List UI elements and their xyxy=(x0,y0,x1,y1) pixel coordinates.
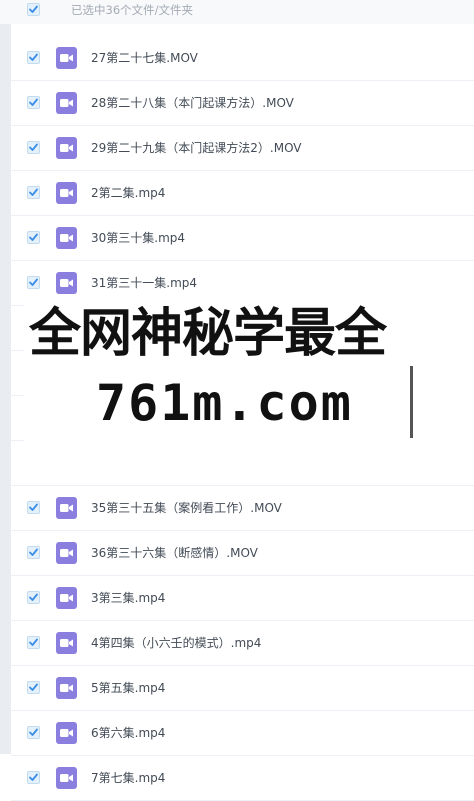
file-checkbox[interactable] xyxy=(27,726,40,739)
file-row[interactable]: 30第三十集.mp4 xyxy=(11,216,474,261)
video-file-icon xyxy=(56,182,77,204)
watermark-url: 761m.com xyxy=(96,374,353,432)
video-file-icon xyxy=(56,722,77,744)
check-icon xyxy=(29,5,38,13)
file-row-obscured xyxy=(11,441,474,486)
video-file-icon xyxy=(56,272,77,294)
video-file-icon xyxy=(56,767,77,789)
file-checkbox[interactable] xyxy=(27,96,40,109)
file-row[interactable]: 7第七集.mp4 xyxy=(11,756,474,801)
file-name[interactable]: 31第三十一集.mp4 xyxy=(91,276,197,291)
file-name[interactable]: 7第七集.mp4 xyxy=(91,771,165,786)
file-checkbox[interactable] xyxy=(27,771,40,784)
video-camera-icon xyxy=(60,234,73,242)
video-file-icon xyxy=(56,587,77,609)
file-name[interactable]: 35第三十五集（案例看工作）.MOV xyxy=(91,501,282,516)
video-camera-icon xyxy=(60,594,73,602)
text-cursor xyxy=(410,366,413,438)
watermark-overlay: 全网神秘学最全 761m.com xyxy=(24,298,474,442)
video-file-icon xyxy=(56,497,77,519)
check-icon xyxy=(29,728,38,736)
check-icon xyxy=(29,548,38,556)
file-name[interactable]: 4第四集（小六壬的模式）.mp4 xyxy=(91,636,261,651)
file-checkbox[interactable] xyxy=(27,141,40,154)
file-checkbox[interactable] xyxy=(27,591,40,604)
video-file-icon xyxy=(56,227,77,249)
file-name[interactable]: 3第三集.mp4 xyxy=(91,591,165,606)
file-row[interactable]: 36第三十六集（断感情）.MOV xyxy=(11,531,474,576)
file-row[interactable]: 4第四集（小六壬的模式）.mp4 xyxy=(11,621,474,666)
video-camera-icon xyxy=(60,729,73,737)
video-camera-icon xyxy=(60,684,73,692)
check-icon xyxy=(29,593,38,601)
file-checkbox[interactable] xyxy=(27,51,40,64)
file-checkbox[interactable] xyxy=(27,681,40,694)
selection-count-text: 已选中36个文件/文件夹 xyxy=(71,3,194,17)
video-file-icon xyxy=(56,137,77,159)
check-icon xyxy=(29,773,38,781)
video-camera-icon xyxy=(60,99,73,107)
video-file-icon xyxy=(56,47,77,69)
video-camera-icon xyxy=(60,549,73,557)
file-row[interactable]: 29第二十九集（本门起课方法2）.MOV xyxy=(11,126,474,171)
file-name[interactable]: 2第二集.mp4 xyxy=(91,186,165,201)
file-name[interactable]: 6第六集.mp4 xyxy=(91,726,165,741)
select-all-checkbox[interactable] xyxy=(27,3,40,16)
file-checkbox[interactable] xyxy=(27,636,40,649)
video-file-icon xyxy=(56,92,77,114)
video-camera-icon xyxy=(60,189,73,197)
check-icon xyxy=(29,53,38,61)
file-row[interactable]: 28第二十八集（本门起课方法）.MOV xyxy=(11,81,474,126)
file-checkbox[interactable] xyxy=(27,501,40,514)
video-camera-icon xyxy=(60,639,73,647)
file-row[interactable]: 2第二集.mp4 xyxy=(11,171,474,216)
video-camera-icon xyxy=(60,504,73,512)
video-camera-icon xyxy=(60,144,73,152)
file-row[interactable]: 27第二十七集.MOV xyxy=(11,36,474,81)
video-camera-icon xyxy=(60,279,73,287)
file-row[interactable]: 6第六集.mp4 xyxy=(11,711,474,756)
file-row[interactable]: 35第三十五集（案例看工作）.MOV xyxy=(11,486,474,531)
file-checkbox[interactable] xyxy=(27,276,40,289)
watermark-title: 全网神秘学最全 xyxy=(29,304,387,364)
check-icon xyxy=(29,233,38,241)
check-icon xyxy=(29,683,38,691)
video-file-icon xyxy=(56,542,77,564)
file-name[interactable]: 30第三十集.mp4 xyxy=(91,231,185,246)
file-row[interactable]: 5第五集.mp4 xyxy=(11,666,474,711)
file-row[interactable]: 3第三集.mp4 xyxy=(11,576,474,621)
selection-header: 已选中36个文件/文件夹 xyxy=(0,0,474,24)
file-checkbox[interactable] xyxy=(27,231,40,244)
check-icon xyxy=(29,503,38,511)
check-icon xyxy=(29,638,38,646)
check-icon xyxy=(29,98,38,106)
file-checkbox[interactable] xyxy=(27,546,40,559)
video-file-icon xyxy=(56,677,77,699)
file-name[interactable]: 28第二十八集（本门起课方法）.MOV xyxy=(91,96,294,111)
video-camera-icon xyxy=(60,54,73,62)
check-icon xyxy=(29,143,38,151)
sidebar-edge xyxy=(0,24,11,754)
check-icon xyxy=(29,188,38,196)
file-name[interactable]: 5第五集.mp4 xyxy=(91,681,165,696)
check-icon xyxy=(29,278,38,286)
file-name[interactable]: 36第三十六集（断感情）.MOV xyxy=(91,546,258,561)
file-checkbox[interactable] xyxy=(27,186,40,199)
file-name[interactable]: 27第二十七集.MOV xyxy=(91,51,198,66)
video-camera-icon xyxy=(60,774,73,782)
file-name[interactable]: 29第二十九集（本门起课方法2）.MOV xyxy=(91,141,302,156)
video-file-icon xyxy=(56,632,77,654)
